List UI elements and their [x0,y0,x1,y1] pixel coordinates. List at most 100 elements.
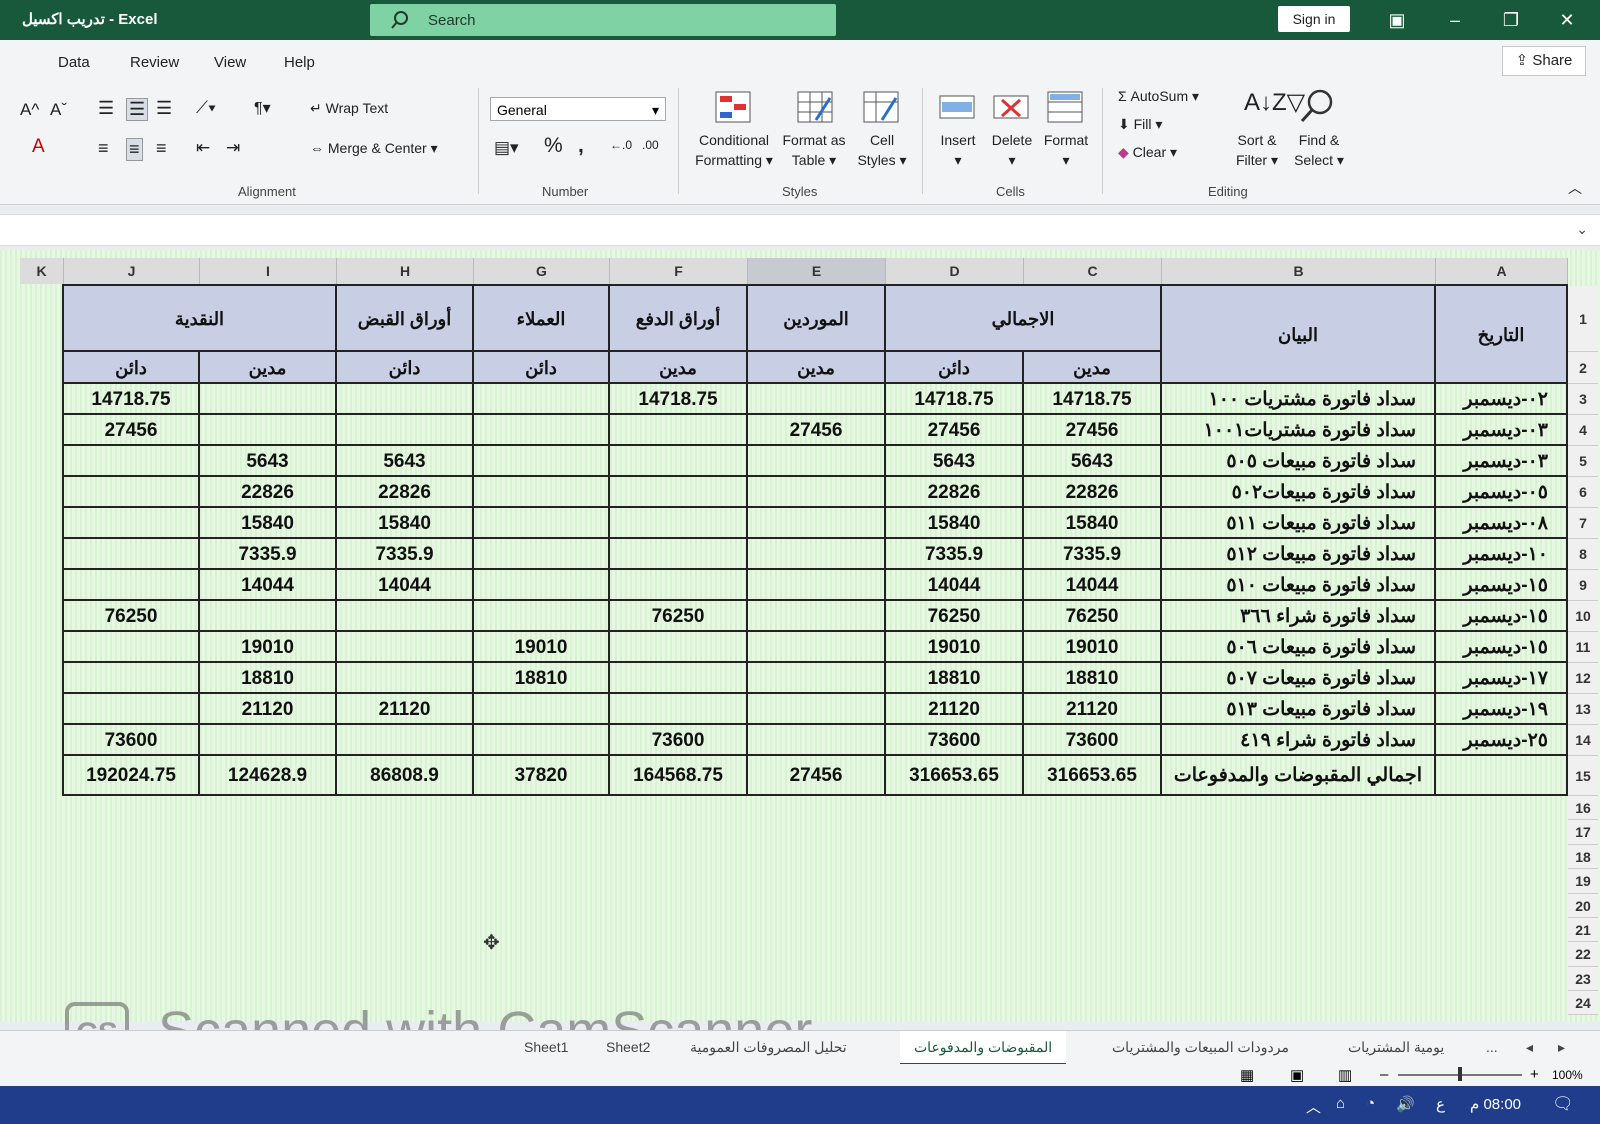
increase-indent-icon[interactable]: ⇥ [226,138,240,158]
table-cell-f[interactable]: 76250 [610,601,748,632]
table-cell-i[interactable]: 14044 [200,570,337,601]
table-cell-i[interactable]: 5643 [200,446,337,477]
close-icon[interactable]: ✕ [1554,8,1580,32]
table-cell-c[interactable]: 14044 [1024,570,1162,601]
table-cell-g[interactable] [474,725,610,756]
row-header-21[interactable]: 21 [1568,918,1598,942]
table-cell-f[interactable] [610,663,748,694]
row-header-7[interactable]: 7 [1568,508,1598,539]
row-header-4[interactable]: 4 [1568,415,1598,446]
percent-icon[interactable]: % [544,134,563,158]
row-header-24[interactable]: 24 [1568,991,1598,1015]
row-header-22[interactable]: 22 [1568,942,1598,967]
table-cell-j[interactable]: 14718.75 [64,384,200,415]
table-cell-d[interactable]: 7335.9 [886,539,1024,570]
header-cash[interactable]: النقدية [64,286,337,352]
row-header-18[interactable]: 18 [1568,845,1598,869]
table-cell-d[interactable]: 15840 [886,508,1024,539]
table-cell-h[interactable]: 7335.9 [337,539,474,570]
table-cell-f[interactable] [610,694,748,725]
zoom-slider-thumb[interactable] [1458,1067,1462,1081]
table-cell-h[interactable] [337,663,474,694]
tab-purchases-journal[interactable]: يومية المشتريات [1348,1039,1444,1056]
accounting-format-icon[interactable]: ▤▾ [494,138,519,158]
table-cell-b[interactable]: سداد فاتورة شراء ٣٦٦ [1162,601,1436,632]
table-cell-a[interactable]: ٢٥-ديسمبر [1436,725,1568,756]
subheader-receivables[interactable]: دائن [337,352,474,384]
table-cell-g[interactable]: 18810 [474,663,610,694]
row-header-23[interactable]: 23 [1568,967,1598,991]
row-header-1[interactable]: 1 [1568,286,1598,352]
table-cell-b[interactable]: سداد فاتورة مشتريات ١٠٠ [1162,384,1436,415]
row-header-11[interactable]: 11 [1568,632,1598,663]
table-cell-i[interactable] [200,415,337,446]
table-cell-c[interactable]: 7335.9 [1024,539,1162,570]
table-cell-g[interactable] [474,601,610,632]
table-cell-c[interactable]: 14718.75 [1024,384,1162,415]
table-cell-h[interactable] [337,632,474,663]
table-cell-j[interactable] [64,570,200,601]
network-icon[interactable]: ⌂ [1336,1095,1345,1112]
minimize-icon[interactable]: – [1442,8,1468,32]
table-cell-e[interactable]: 27456 [748,415,886,446]
table-cell-g[interactable] [474,570,610,601]
table-cell-c[interactable]: 76250 [1024,601,1162,632]
column-header-h[interactable]: H [337,258,474,284]
row-header-17[interactable]: 17 [1568,820,1598,845]
table-cell-b[interactable]: سداد فاتورة مبيعات٥٠٢ [1162,477,1436,508]
table-cell-a[interactable]: ٠٣-ديسمبر [1436,415,1568,446]
table-cell-g[interactable] [474,539,610,570]
table-cell-d[interactable]: 27456 [886,415,1024,446]
table-cell-c[interactable]: 22826 [1024,477,1162,508]
share-button[interactable]: ⇪ Share [1502,46,1586,76]
column-header-g[interactable]: G [474,258,610,284]
table-cell-d[interactable]: 19010 [886,632,1024,663]
autosum-button[interactable]: Σ AutoSum ▾ [1118,88,1199,105]
notifications-icon[interactable]: 🗨 [1552,1094,1574,1114]
menu-help[interactable]: Help [284,54,315,71]
column-header-i[interactable]: I [200,258,337,284]
fill-button[interactable]: ⬇ Fill ▾ [1118,116,1162,133]
column-header-c[interactable]: C [1024,258,1162,284]
row-header-6[interactable]: 6 [1568,477,1598,508]
table-cell-i[interactable]: 15840 [200,508,337,539]
decrease-font-icon[interactable]: Aˇ [50,100,67,120]
sign-in-button[interactable]: Sign in [1278,6,1350,32]
row-header-19[interactable]: 19 [1568,869,1598,894]
tray-chevron-icon[interactable]: ︿ [1306,1096,1321,1117]
table-cell-a[interactable]: ١٩-ديسمبر [1436,694,1568,725]
table-cell-i[interactable] [200,601,337,632]
table-cell-c[interactable]: 5643 [1024,446,1162,477]
table-cell-a[interactable]: ٠٣-ديسمبر [1436,446,1568,477]
column-header-j[interactable]: J [64,258,200,284]
menu-review[interactable]: Review [130,54,179,71]
table-cell-e[interactable] [748,694,886,725]
table-cell-b[interactable]: سداد فاتورة مبيعات ٥٠٥ [1162,446,1436,477]
zoom-out-icon[interactable]: – [1380,1066,1388,1083]
table-cell-e[interactable] [748,384,886,415]
column-header-e[interactable]: E [748,258,886,284]
table-cell-f[interactable] [610,539,748,570]
table-cell-f[interactable] [610,446,748,477]
total-cell-d[interactable]: 316653.65 [886,756,1024,796]
table-cell-b[interactable]: سداد فاتورة مبيعات ٥٠٦ [1162,632,1436,663]
table-cell-e[interactable] [748,725,886,756]
total-cell-b[interactable]: اجمالي المقبوضات والمدفوعات [1162,756,1436,796]
table-cell-b[interactable]: سداد فاتورة شراء ٤١٩ [1162,725,1436,756]
table-cell-h[interactable]: 5643 [337,446,474,477]
table-cell-f[interactable]: 73600 [610,725,748,756]
total-cell-g[interactable]: 37820 [474,756,610,796]
restore-icon[interactable]: ❐ [1498,8,1524,32]
header-statement[interactable]: البيان [1162,286,1436,384]
tab-scroll-left-icon[interactable]: ◂ [1526,1039,1533,1056]
orientation-icon[interactable]: ⟋▾ [196,98,216,118]
table-cell-g[interactable]: 19010 [474,632,610,663]
table-cell-e[interactable] [748,570,886,601]
row-header-16[interactable]: 16 [1568,796,1598,820]
expand-formula-icon[interactable]: ⌄ [1576,221,1588,238]
table-cell-d[interactable]: 14718.75 [886,384,1024,415]
table-cell-i[interactable] [200,725,337,756]
table-cell-j[interactable] [64,446,200,477]
tab-expenses-analysis[interactable]: تحليل المصروفات العمومية [690,1039,847,1056]
header-customers[interactable]: العملاء [474,286,610,352]
